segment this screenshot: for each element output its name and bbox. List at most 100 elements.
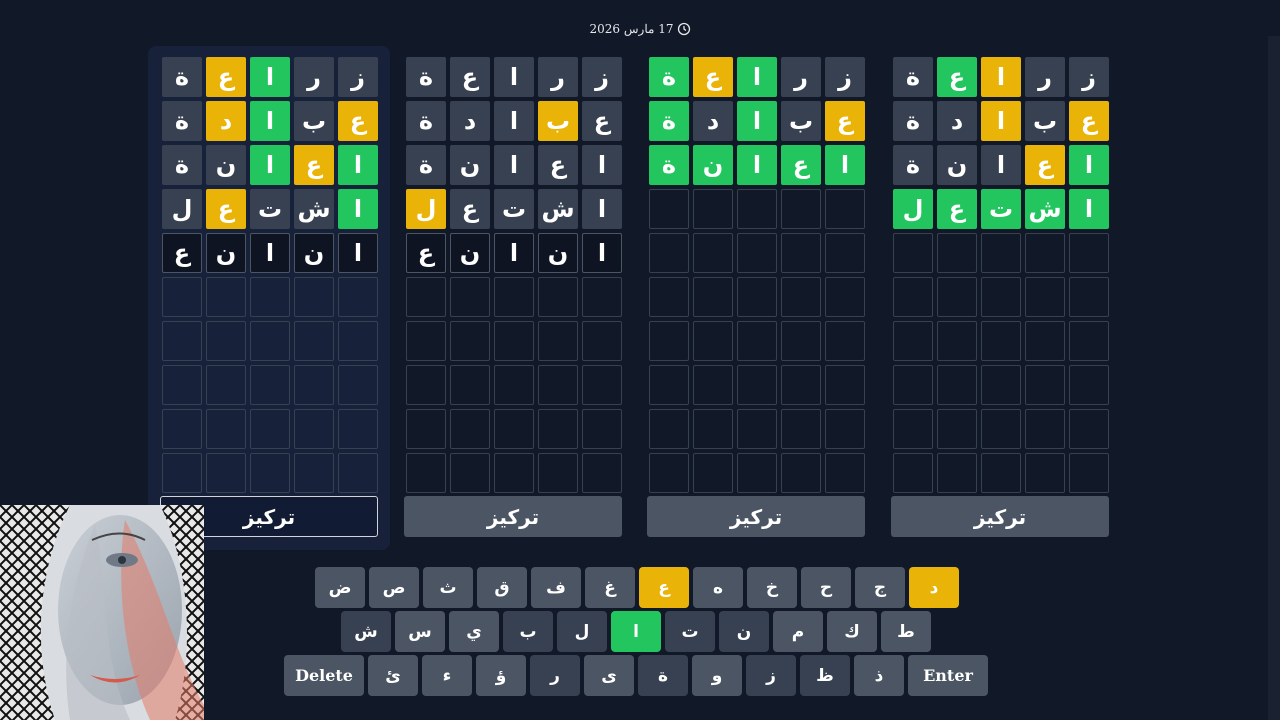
tile: ل	[162, 189, 202, 229]
tile: ا	[250, 101, 290, 141]
tile: ت	[981, 189, 1021, 229]
tile	[250, 277, 290, 317]
key-ح[interactable]: ح	[801, 567, 851, 608]
enter-key[interactable]: Enter	[908, 655, 988, 696]
key-غ[interactable]: غ	[585, 567, 635, 608]
tile	[937, 365, 977, 405]
tile	[737, 321, 777, 361]
key-د[interactable]: د	[909, 567, 959, 608]
key-ج[interactable]: ج	[855, 567, 905, 608]
tile: ن	[450, 233, 490, 273]
tile: ا	[338, 233, 378, 273]
key-ي[interactable]: ي	[449, 611, 499, 652]
tile: ن	[206, 233, 246, 273]
key-خ[interactable]: خ	[747, 567, 797, 608]
tile	[693, 365, 733, 405]
board-grid: زراعةعبادةاعانةاشتعلانانع	[404, 57, 622, 493]
tile	[294, 365, 334, 405]
key-س[interactable]: س	[395, 611, 445, 652]
key-ق[interactable]: ق	[477, 567, 527, 608]
tile	[582, 365, 622, 405]
tile: ع	[294, 145, 334, 185]
key-ف[interactable]: ف	[531, 567, 581, 608]
keyboard-row: طكمنتالبيسش	[341, 611, 931, 652]
key-ب[interactable]: ب	[503, 611, 553, 652]
key-ك[interactable]: ك	[827, 611, 877, 652]
focus-button[interactable]: تركيز	[404, 496, 622, 537]
delete-key[interactable]: Delete	[284, 655, 364, 696]
board-3: ز ر ا ع ة ع ب ا د ة ا ع ا ن ة تركيز	[647, 57, 865, 537]
key-ص[interactable]: ص	[369, 567, 419, 608]
tile	[737, 453, 777, 493]
tile	[737, 233, 777, 273]
tile: ا	[582, 189, 622, 229]
tile	[781, 277, 821, 317]
key-ئ[interactable]: ئ	[368, 655, 418, 696]
tile	[494, 453, 534, 493]
key-ز[interactable]: ز	[746, 655, 796, 696]
tile: ا	[737, 145, 777, 185]
tile: ة	[406, 145, 446, 185]
tile: ة	[893, 145, 933, 185]
tile	[494, 365, 534, 405]
keyboard-row: دجحخهعغفقثصض	[315, 567, 959, 608]
tile	[1025, 277, 1065, 317]
tile	[1025, 321, 1065, 361]
key-ش[interactable]: ش	[341, 611, 391, 652]
tile	[450, 409, 490, 449]
key-ؤ[interactable]: ؤ	[476, 655, 526, 696]
key-ى[interactable]: ى	[584, 655, 634, 696]
key-ا[interactable]: ا	[611, 611, 661, 652]
tile	[450, 277, 490, 317]
tile	[737, 277, 777, 317]
tile: ش	[538, 189, 578, 229]
tile	[893, 409, 933, 449]
key-و[interactable]: و	[692, 655, 742, 696]
tile	[693, 277, 733, 317]
key-ذ[interactable]: ذ	[854, 655, 904, 696]
key-ض[interactable]: ض	[315, 567, 365, 608]
key-ظ[interactable]: ظ	[800, 655, 850, 696]
tile	[162, 321, 202, 361]
key-ه[interactable]: ه	[693, 567, 743, 608]
tile: ب	[781, 101, 821, 141]
board-grid: زراعةعبادةاعانةاشتعل	[891, 57, 1109, 493]
tile: ع	[825, 101, 865, 141]
scrollbar[interactable]	[1268, 36, 1280, 720]
player-photo	[0, 505, 204, 720]
tile: ر	[781, 57, 821, 97]
tile	[649, 453, 689, 493]
key-ط[interactable]: ط	[881, 611, 931, 652]
tile: د	[450, 101, 490, 141]
tile	[250, 409, 290, 449]
key-ء[interactable]: ء	[422, 655, 472, 696]
tile	[981, 365, 1021, 405]
tile: ن	[937, 145, 977, 185]
tile: ع	[206, 189, 246, 229]
tile	[893, 365, 933, 405]
key-ة[interactable]: ة	[638, 655, 688, 696]
tile: ز	[825, 57, 865, 97]
tile	[981, 409, 1021, 449]
tile: ع	[781, 145, 821, 185]
tile	[825, 321, 865, 361]
tile	[649, 409, 689, 449]
tile	[825, 189, 865, 229]
tile	[693, 321, 733, 361]
tile: ا	[582, 145, 622, 185]
tile: ع	[1069, 101, 1109, 141]
focus-button[interactable]: تركيز	[647, 496, 865, 537]
tile	[206, 365, 246, 405]
key-م[interactable]: م	[773, 611, 823, 652]
tile	[538, 365, 578, 405]
key-ر[interactable]: ر	[530, 655, 580, 696]
key-ث[interactable]: ث	[423, 567, 473, 608]
tile	[250, 321, 290, 361]
key-ن[interactable]: ن	[719, 611, 769, 652]
tile	[781, 409, 821, 449]
key-ل[interactable]: ل	[557, 611, 607, 652]
key-ت[interactable]: ت	[665, 611, 715, 652]
focus-button[interactable]: تركيز	[891, 496, 1109, 537]
tile	[338, 409, 378, 449]
key-ع[interactable]: ع	[639, 567, 689, 608]
